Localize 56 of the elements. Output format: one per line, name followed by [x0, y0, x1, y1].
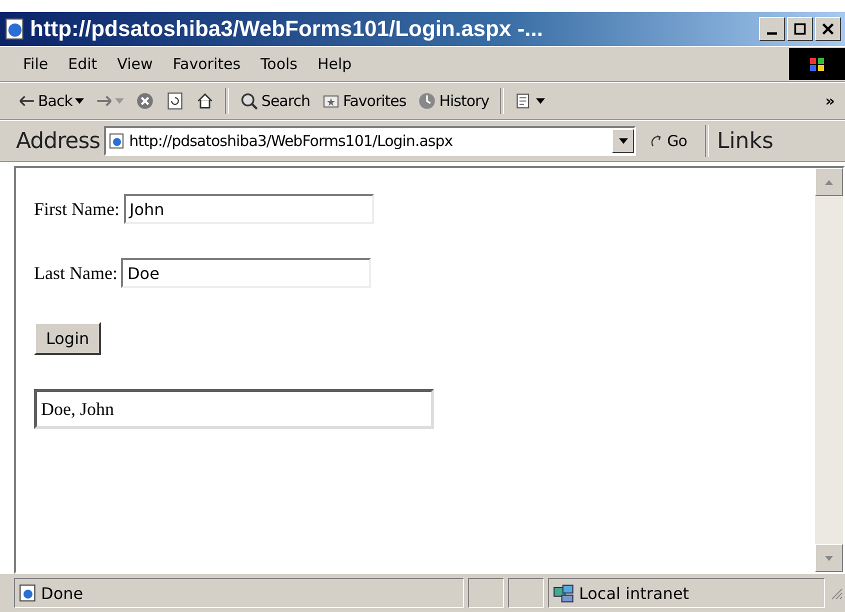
forward-arrow-icon	[96, 95, 112, 107]
address-field[interactable]: http://pdsatoshiba3/WebForms101/Login.aspx	[104, 126, 636, 156]
field-label: First Name:	[34, 198, 120, 220]
caret-icon	[825, 180, 833, 184]
menu-item[interactable]: Favorites	[164, 53, 250, 75]
maximize-icon	[794, 23, 806, 35]
menu-item[interactable]: View	[108, 53, 162, 75]
scrollbar[interactable]	[815, 168, 843, 572]
refresh-icon	[166, 92, 184, 110]
windows-logo-icon	[789, 48, 845, 80]
browser-icon	[4, 18, 26, 40]
minimize-icon	[767, 32, 777, 34]
caret-icon	[825, 556, 833, 560]
scroll-down-button[interactable]	[815, 544, 843, 572]
caret-icon	[75, 98, 84, 104]
maximize-button[interactable]	[787, 17, 813, 41]
more-button[interactable]: »	[815, 92, 845, 110]
page-icon	[109, 133, 126, 149]
go-button[interactable]: Go	[640, 130, 697, 152]
text-field[interactable]: Doe	[121, 258, 372, 288]
minimize-button[interactable]	[759, 17, 785, 41]
close-button[interactable]	[815, 17, 841, 41]
caret-icon	[618, 138, 628, 144]
favorites-button[interactable]: Favorites	[316, 90, 412, 112]
status-panel	[468, 578, 504, 608]
back-button[interactable]: Back	[14, 90, 90, 112]
text-field[interactable]: John	[124, 194, 374, 224]
page-icon	[19, 584, 37, 602]
back-arrow-icon	[19, 95, 35, 107]
menu-item[interactable]: Edit	[59, 53, 106, 75]
links-button[interactable]: Links	[716, 128, 774, 154]
dropdown-button[interactable]	[612, 129, 634, 153]
scroll-up-button[interactable]	[815, 168, 843, 196]
field-label: Last Name:	[34, 262, 118, 284]
star-folder-icon	[322, 93, 340, 109]
window-title: http://pdsatoshiba3/WebForms101/Login.aspx -...	[30, 16, 544, 42]
clock-icon	[418, 92, 436, 110]
home-icon	[196, 92, 214, 110]
resize-grip-icon	[829, 586, 843, 600]
status-panel	[508, 578, 544, 608]
menu-item[interactable]: File	[14, 53, 58, 75]
login-button[interactable]: Login	[34, 322, 102, 355]
search-icon	[240, 92, 258, 110]
caret-icon	[115, 98, 124, 104]
stop-icon	[136, 92, 154, 110]
zone-text: Local intranet	[579, 584, 690, 602]
address-label: Address	[16, 128, 100, 154]
caret-icon	[536, 98, 546, 104]
search-button[interactable]: Search	[235, 90, 315, 112]
menu-item[interactable]: Help	[308, 53, 361, 75]
status-text: Done	[41, 584, 84, 602]
menu-item[interactable]: Tools	[252, 53, 306, 75]
output-field[interactable]: Doe, John	[34, 389, 434, 429]
history-button[interactable]: History	[413, 90, 494, 112]
network-icon	[553, 583, 575, 603]
close-icon	[822, 23, 834, 35]
